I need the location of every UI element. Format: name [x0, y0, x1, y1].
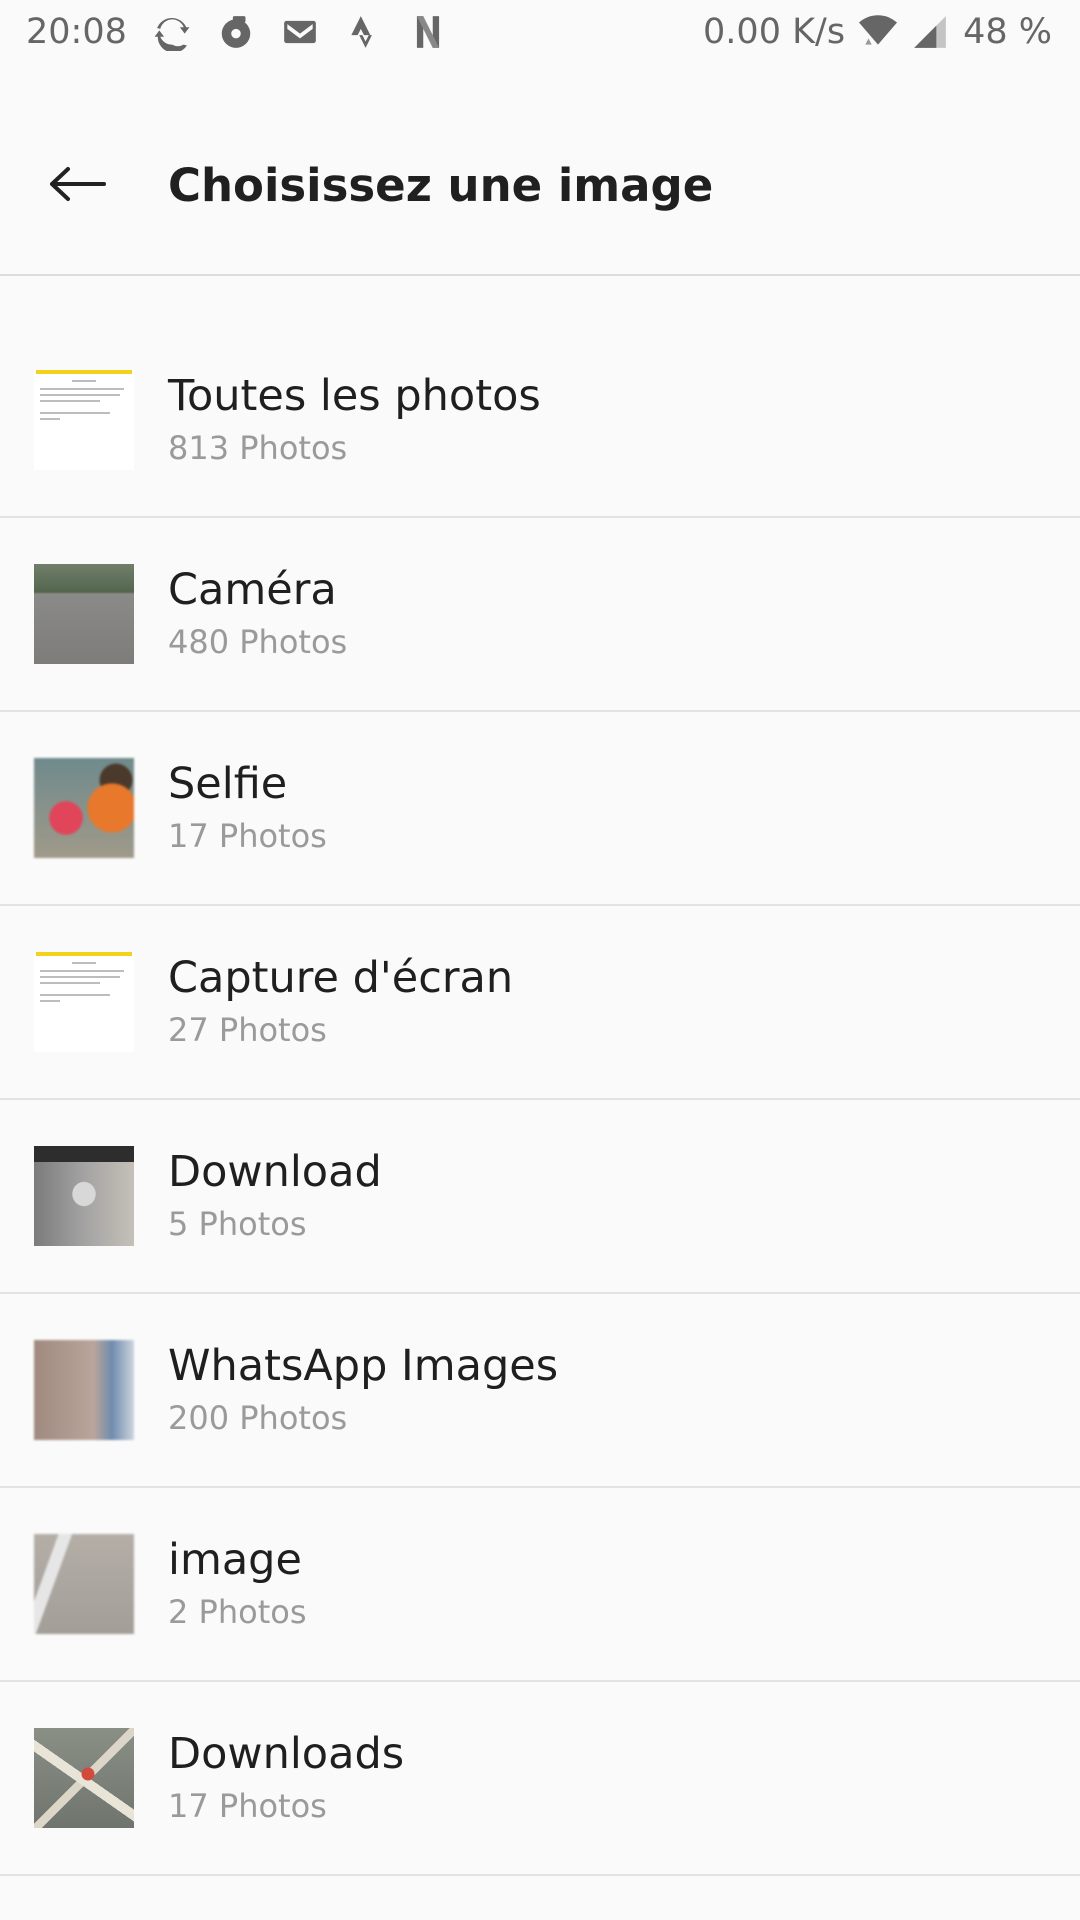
- sync-icon: [153, 13, 191, 51]
- album-count: 2 Photos: [168, 1593, 307, 1631]
- album-thumbnail: [34, 1728, 134, 1828]
- signal-icon: [911, 13, 949, 51]
- arrow-left-icon: [48, 164, 108, 204]
- album-name: Caméra: [168, 565, 337, 615]
- album-count: 480 Photos: [168, 623, 348, 661]
- album-name: image: [168, 1535, 302, 1585]
- album-count: 813 Photos: [168, 429, 348, 467]
- album-row-download[interactable]: Download 5 Photos: [0, 1100, 1080, 1294]
- album-count: 17 Photos: [168, 817, 327, 855]
- album-count: 200 Photos: [168, 1399, 348, 1437]
- album-row-downloads[interactable]: Downloads 17 Photos: [0, 1682, 1080, 1876]
- album-thumbnail: [34, 758, 134, 858]
- strava-icon: [345, 13, 383, 51]
- status-bar: 20:08 0.00 K/s 48 %: [0, 0, 1080, 64]
- page-title: Choisissez une image: [168, 159, 714, 212]
- network-speed: 0.00 K/s: [703, 12, 846, 52]
- battery-level: 48 %: [963, 12, 1052, 52]
- screen: 20:08 0.00 K/s 48 % Choisissez une image…: [0, 0, 1080, 1920]
- album-count: 27 Photos: [168, 1011, 327, 1049]
- netflix-icon: [409, 13, 447, 51]
- album-thumbnail: [34, 952, 134, 1052]
- album-count: 5 Photos: [168, 1205, 307, 1243]
- album-name: Selfie: [168, 759, 288, 809]
- album-thumbnail: [34, 564, 134, 664]
- album-row-all-photos[interactable]: Toutes les photos 813 Photos: [0, 324, 1080, 518]
- app-bar: Choisissez une image: [0, 64, 1080, 276]
- album-name: Capture d'écran: [168, 953, 514, 1003]
- status-right: 0.00 K/s 48 %: [689, 12, 1052, 52]
- album-row-camera[interactable]: Caméra 480 Photos: [0, 518, 1080, 712]
- wifi-icon: [859, 13, 898, 51]
- album-name: Downloads: [168, 1729, 405, 1779]
- record-icon: [217, 13, 255, 51]
- album-row-selfie[interactable]: Selfie 17 Photos: [0, 712, 1080, 906]
- album-row-screenshots[interactable]: Capture d'écran 27 Photos: [0, 906, 1080, 1100]
- album-name: Toutes les photos: [168, 371, 541, 421]
- album-row-image[interactable]: image 2 Photos: [0, 1488, 1080, 1682]
- album-name: Download: [168, 1147, 382, 1197]
- album-thumbnail: [34, 1534, 134, 1634]
- album-list: Toutes les photos 813 Photos Caméra 480 …: [0, 324, 1080, 1876]
- status-time: 20:08: [26, 12, 127, 52]
- gmail-icon: [281, 13, 319, 51]
- back-button[interactable]: [36, 152, 120, 216]
- album-thumbnail: [34, 1340, 134, 1440]
- album-thumbnail: [34, 1146, 134, 1246]
- album-row-whatsapp-images[interactable]: WhatsApp Images 200 Photos: [0, 1294, 1080, 1488]
- album-thumbnail: [34, 370, 134, 470]
- album-count: 17 Photos: [168, 1787, 327, 1825]
- status-left: 20:08: [26, 12, 473, 52]
- album-name: WhatsApp Images: [168, 1341, 559, 1391]
